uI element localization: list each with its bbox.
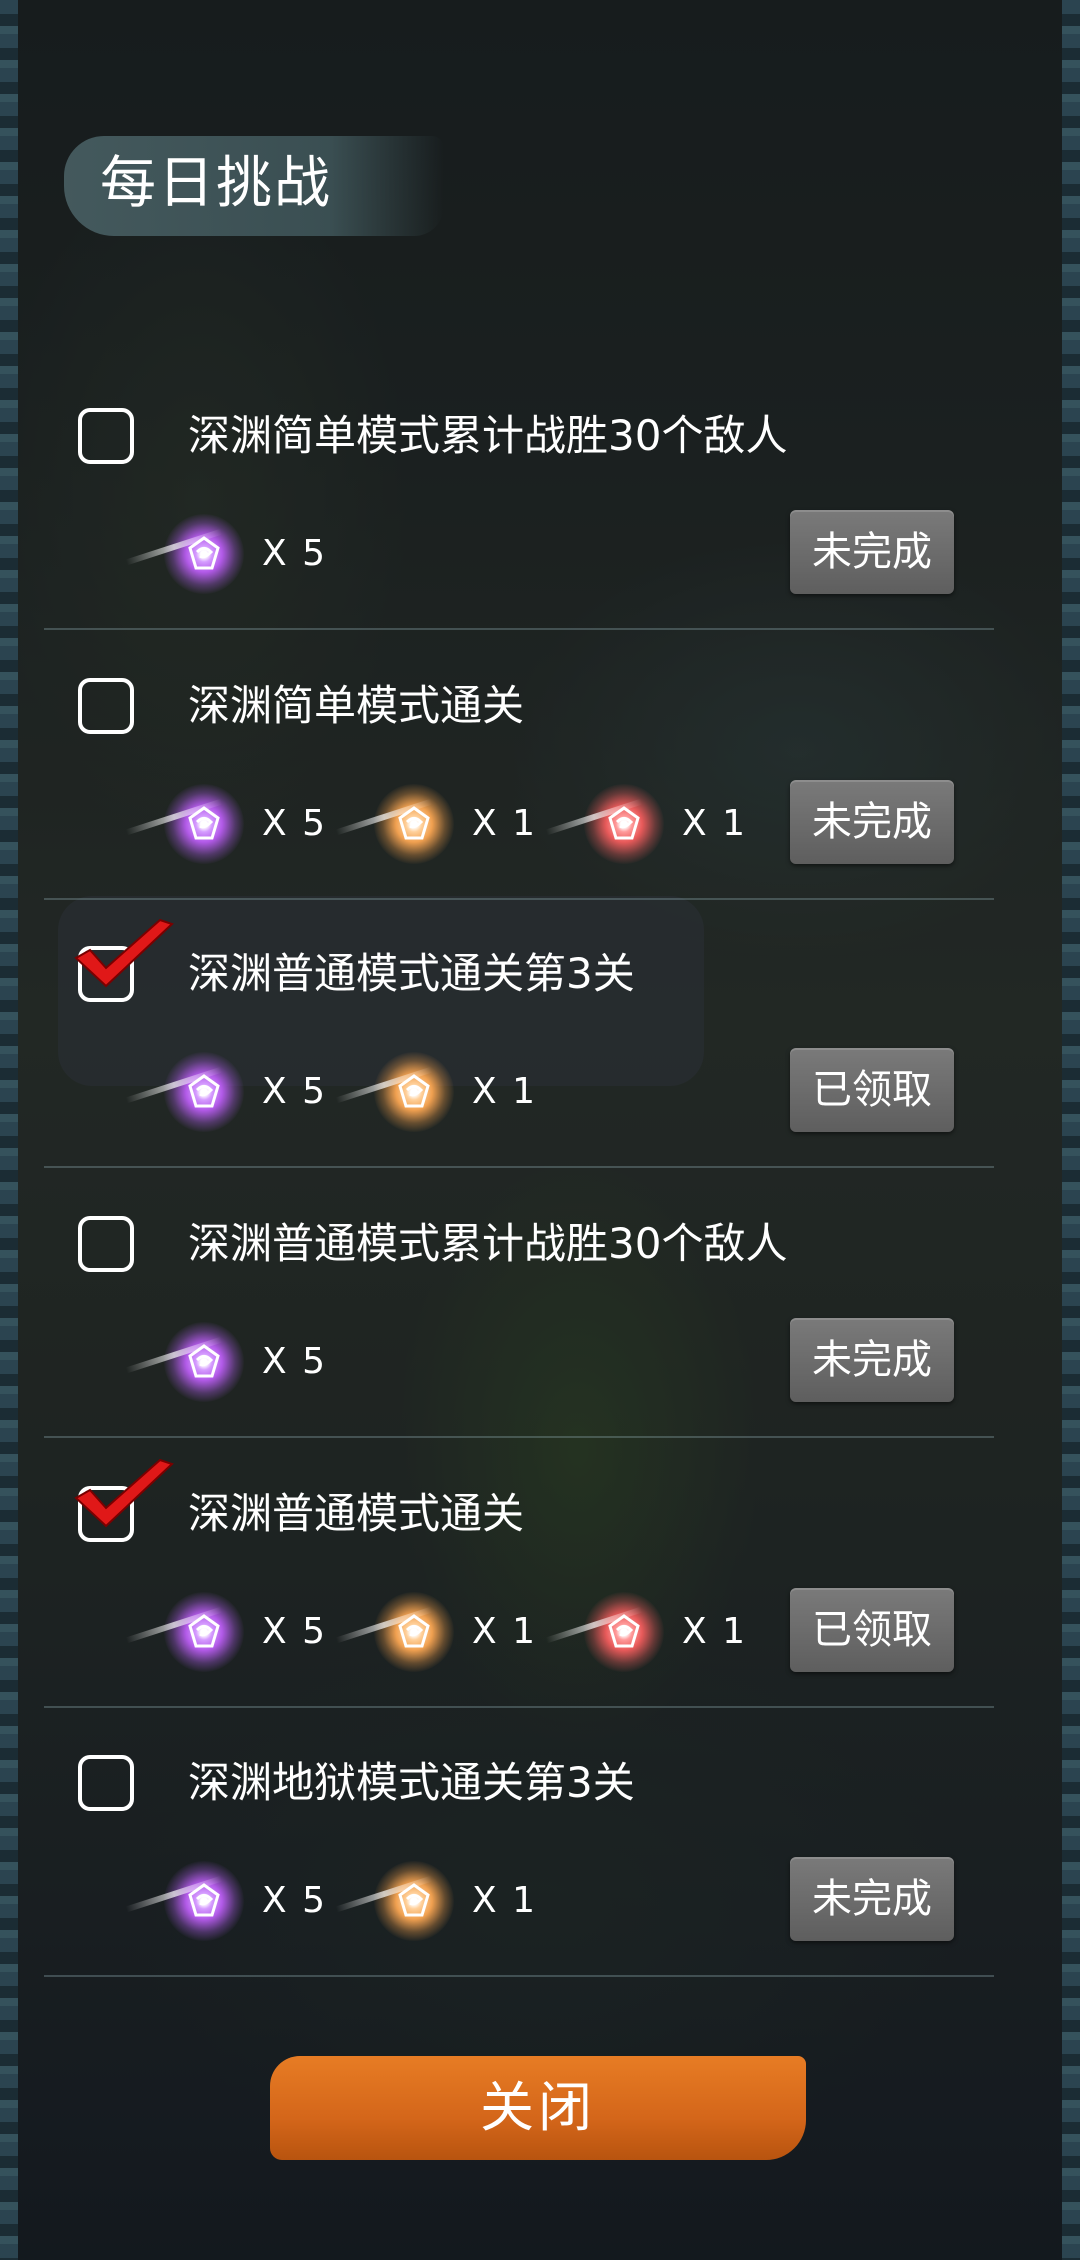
task-status-button[interactable]: 已领取	[790, 1048, 954, 1132]
task-description: 深渊普通模式通关	[188, 1489, 525, 1538]
row-divider	[44, 628, 994, 630]
task-description: 深渊简单模式通关	[188, 681, 525, 730]
reward-quantity: X 5	[262, 1611, 328, 1652]
task-description: 深渊普通模式累计战胜30个敌人	[188, 1219, 788, 1268]
purple-gem-icon	[125, 1052, 244, 1132]
purple-gem-icon	[125, 1861, 244, 1941]
task-row: 深渊地狱模式通关第3关 X 5 X 1 未完成	[44, 1727, 994, 1997]
reward-quantity: X 5	[262, 803, 328, 844]
reward-item: X 1	[335, 784, 574, 864]
reward-item: X 1	[335, 1052, 574, 1132]
purple-gem-icon	[125, 784, 244, 864]
purple-gem-icon	[125, 1322, 244, 1402]
task-checkbox[interactable]	[78, 1216, 134, 1272]
reward-quantity: X 1	[472, 1611, 538, 1652]
task-row: 深渊简单模式通关 X 5 X 1 X 1 未完成	[44, 650, 994, 920]
purple-gem-icon	[125, 1592, 244, 1672]
stone-border-left	[0, 0, 18, 2260]
task-status-button[interactable]: 已领取	[790, 1588, 954, 1672]
task-checkbox[interactable]	[78, 678, 134, 734]
red-check-icon	[68, 918, 178, 998]
task-checkbox[interactable]	[78, 1755, 134, 1811]
task-status-button[interactable]: 未完成	[790, 510, 954, 594]
reward-item: X 1	[335, 1861, 574, 1941]
orange-gem-icon	[335, 1861, 454, 1941]
stone-border-right	[1062, 0, 1080, 2260]
reward-quantity: X 5	[262, 1071, 328, 1112]
reward-quantity: X 1	[682, 1611, 748, 1652]
reward-quantity: X 5	[262, 1341, 328, 1382]
reward-item: X 5	[125, 1322, 364, 1402]
row-divider	[44, 1166, 994, 1168]
row-divider	[44, 898, 994, 900]
orange-gem-icon	[335, 1592, 454, 1672]
task-row: 深渊简单模式累计战胜30个敌人 X 5 未完成	[44, 380, 994, 650]
orange-gem-icon	[335, 1052, 454, 1132]
reward-item: X 5	[125, 784, 364, 864]
row-divider	[44, 1436, 994, 1438]
reward-item: X 1	[545, 784, 784, 864]
reward-item: X 5	[125, 514, 364, 594]
red-gem-icon	[545, 784, 664, 864]
task-status-button[interactable]: 未完成	[790, 1857, 954, 1941]
row-divider	[44, 1706, 994, 1708]
task-description: 深渊地狱模式通关第3关	[188, 1758, 635, 1807]
reward-item: X 5	[125, 1052, 364, 1132]
task-checkbox[interactable]	[78, 408, 134, 464]
page-title: 每日挑战	[100, 151, 332, 216]
reward-item: X 1	[545, 1592, 784, 1672]
task-description: 深渊简单模式累计战胜30个敌人	[188, 411, 788, 460]
task-row: 深渊普通模式通关第3关 X 5 X 1 已领取	[44, 918, 994, 1188]
reward-quantity: X 1	[472, 803, 538, 844]
close-button-label: 关闭	[480, 2076, 596, 2139]
reward-quantity: X 1	[682, 803, 748, 844]
red-gem-icon	[545, 1592, 664, 1672]
reward-item: X 5	[125, 1592, 364, 1672]
task-status-button[interactable]: 未完成	[790, 1318, 954, 1402]
reward-item: X 1	[335, 1592, 574, 1672]
reward-quantity: X 5	[262, 533, 328, 574]
red-check-icon	[68, 1458, 178, 1538]
reward-quantity: X 5	[262, 1880, 328, 1921]
orange-gem-icon	[335, 784, 454, 864]
task-row: 深渊普通模式通关 X 5 X 1 X 1 已领取	[44, 1458, 994, 1728]
reward-item: X 5	[125, 1861, 364, 1941]
reward-quantity: X 1	[472, 1071, 538, 1112]
reward-quantity: X 1	[472, 1880, 538, 1921]
purple-gem-icon	[125, 514, 244, 594]
row-divider	[44, 1975, 994, 1977]
task-row: 深渊普通模式累计战胜30个敌人 X 5 未完成	[44, 1188, 994, 1458]
task-status-button[interactable]: 未完成	[790, 780, 954, 864]
task-description: 深渊普通模式通关第3关	[188, 949, 635, 998]
